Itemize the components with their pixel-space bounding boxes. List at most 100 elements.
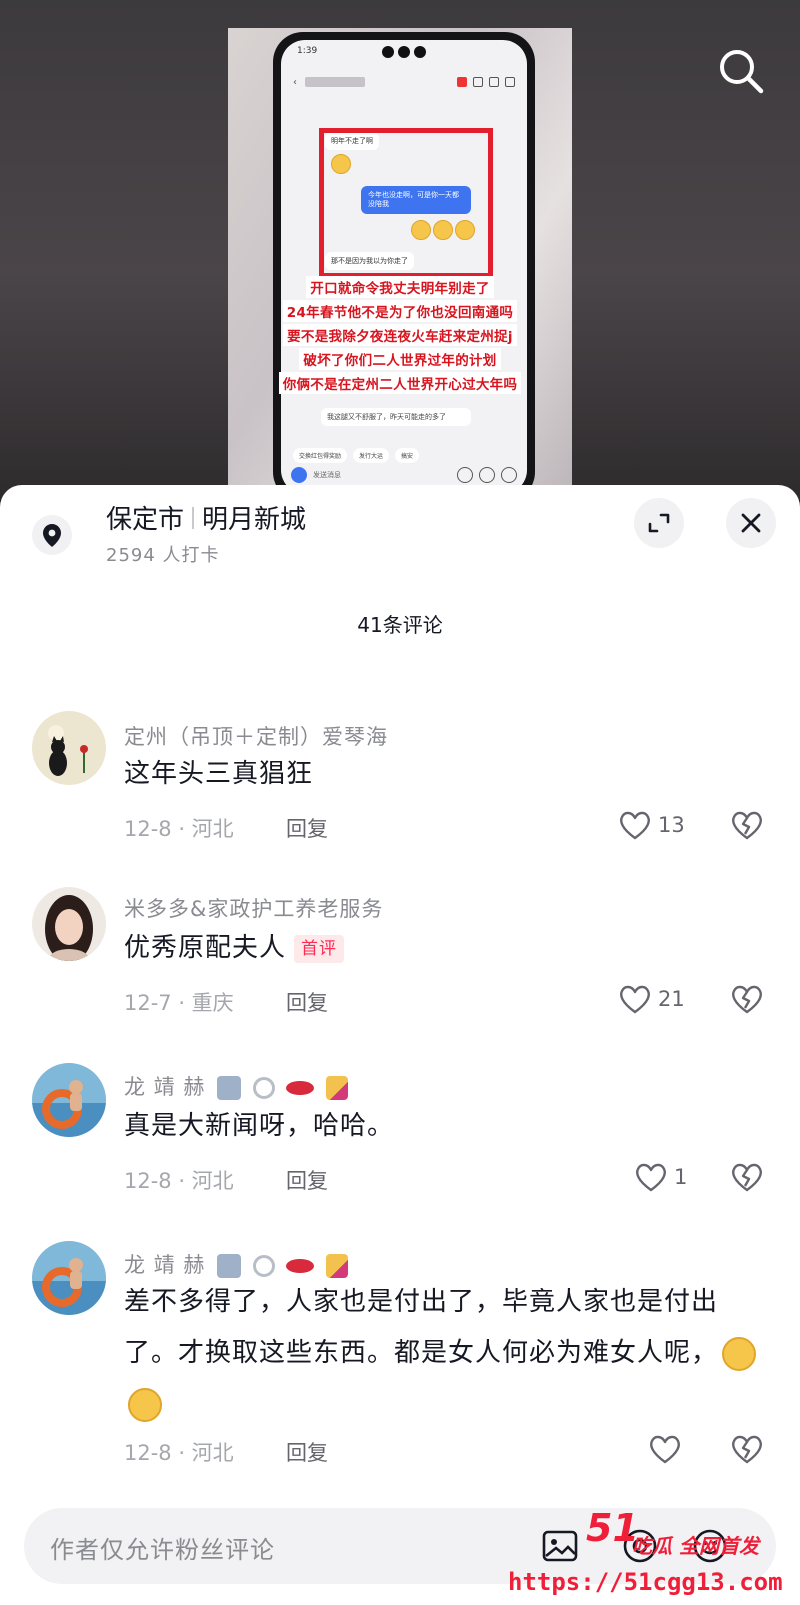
comment-text: 差不多得了，人家也是付出了，毕竟人家也是付出了。才换取这些东西。都是女人何必为难… xyxy=(124,1277,764,1430)
phone-icon xyxy=(473,77,483,87)
watermark-url: https://51cgg13.com xyxy=(508,1568,783,1596)
dislike-button[interactable] xyxy=(730,809,764,845)
quick-chips: 交换红包得奖励 发行大运 搞安 xyxy=(293,448,420,463)
image-button[interactable] xyxy=(540,1526,580,1566)
location-title: 保定市 明月新城 xyxy=(106,499,306,536)
caption-line: 你俩不是在定州二人世界开心过大年吗 xyxy=(278,372,522,394)
location-pin-icon xyxy=(32,515,72,555)
like-button[interactable]: 21 xyxy=(618,983,685,1015)
watermark-logo: 51 xyxy=(586,1506,639,1550)
checkin-count: 2594 人打卡 xyxy=(106,545,220,566)
caption-line: 要不是我除夕夜连夜火车赶来定州捉j xyxy=(283,324,517,346)
menu-icon xyxy=(505,77,515,87)
chip: 发行大运 xyxy=(353,448,390,463)
chat-header: ‹ xyxy=(281,70,527,94)
comment-count: 41条评论 xyxy=(357,613,443,637)
ring-emoji-icon xyxy=(252,1077,275,1099)
chat-bubble-left: 我这腿又不舒服了，昨天可能走的多了 xyxy=(321,408,471,426)
comment-body: 这年头三真猖狂 xyxy=(124,759,314,789)
phone-input-placeholder: 发送消息 xyxy=(313,471,341,479)
dislike-button[interactable] xyxy=(730,983,764,1019)
comment-input-placeholder: 作者仅允许粉丝评论 xyxy=(50,1536,275,1564)
avatar[interactable] xyxy=(32,1241,106,1315)
dislike-button[interactable] xyxy=(730,1161,764,1197)
search-icon xyxy=(720,50,764,94)
video-caption: 开口就命令我丈夫明年别走了 24年春节他不是为了你也没回南通吗 要不是我除夕夜连… xyxy=(230,275,570,395)
video-player[interactable]: 1:39 ‹ 明年不走了啊 今年也没走啊，可是你一天都没陪我 那不是因为我以为你… xyxy=(0,0,800,500)
couple-emoji-icon xyxy=(217,1076,242,1100)
image-icon xyxy=(542,1530,578,1562)
phone-in-photo: 1:39 ‹ 明年不走了啊 今年也没走啊，可是你一天都没陪我 那不是因为我以为你… xyxy=(273,32,535,488)
like-button[interactable]: 13 xyxy=(618,809,685,841)
comment-body: 优秀原配夫人 xyxy=(124,933,287,963)
chip: 搞安 xyxy=(395,448,420,463)
comment-username[interactable]: 龙 靖 赫 xyxy=(124,1249,349,1279)
heart-icon xyxy=(620,985,650,1014)
lips-emoji-icon xyxy=(286,1259,315,1273)
phone-time: 1:39 xyxy=(297,46,318,56)
lips-emoji-icon xyxy=(286,1081,315,1095)
location-place: 明月新城 xyxy=(202,505,307,535)
avatar[interactable] xyxy=(32,711,106,785)
like-count: 13 xyxy=(658,813,685,837)
comment-meta: 12-7 · 重庆 xyxy=(124,991,234,1015)
like-button[interactable]: 1 xyxy=(634,1161,687,1193)
video-frame: 1:39 ‹ 明年不走了啊 今年也没走啊，可是你一天都没陪我 那不是因为我以为你… xyxy=(228,28,572,488)
nail-polish-emoji-icon xyxy=(326,1076,349,1100)
like-button[interactable] xyxy=(648,1433,682,1465)
comment-meta: 12-8 · 河北 xyxy=(124,817,234,841)
close-button[interactable] xyxy=(726,498,776,548)
reply-button[interactable]: 回复 xyxy=(286,1437,328,1467)
comment-text: 这年头三真猖狂 xyxy=(124,749,764,800)
caption-line: 破坏了你们二人世界过年的计划 xyxy=(299,348,501,370)
nail-polish-emoji-icon xyxy=(326,1254,349,1278)
back-icon: ‹ xyxy=(293,76,297,88)
phone-status-bar: 1:39 xyxy=(281,40,527,70)
caption-line: 开口就命令我丈夫明年别走了 xyxy=(306,276,494,298)
comment-body: 真是大新闻呀，哈哈。 xyxy=(124,1111,395,1141)
heart-icon xyxy=(636,1163,666,1192)
couple-emoji-icon xyxy=(217,1254,242,1278)
location-city: 保定市 xyxy=(106,505,185,535)
location-divider xyxy=(192,506,195,529)
broken-heart-icon xyxy=(732,811,762,840)
username-text: 龙 靖 赫 xyxy=(124,1253,206,1277)
blurred-contact-name xyxy=(305,77,365,87)
comment-body: 差不多得了，人家也是付出了，毕竟人家也是付出了。才换取这些东西。都是女人何必为难… xyxy=(124,1287,719,1368)
reply-button[interactable]: 回复 xyxy=(286,987,328,1017)
red-packet-icon xyxy=(457,77,467,87)
comment-sheet: 保定市 明月新城 2594 人打卡 41条评论 定州（吊顶＋定制）爱琴海 这年头… xyxy=(0,485,800,1605)
comment-text: 优秀原配夫人 首评 xyxy=(124,923,764,974)
comment-text: 真是大新闻呀，哈哈。 xyxy=(124,1101,764,1152)
broken-heart-icon xyxy=(732,1163,762,1192)
comment-meta: 12-8 · 河北 xyxy=(124,1441,234,1465)
comment-username[interactable]: 米多多&家政护工养老服务 xyxy=(124,893,383,923)
comment-username[interactable]: 龙 靖 赫 xyxy=(124,1071,349,1101)
phone-screen: 1:39 ‹ 明年不走了啊 今年也没走啊，可是你一天都没陪我 那不是因为我以为你… xyxy=(281,40,527,488)
avatar[interactable] xyxy=(32,1063,106,1137)
close-icon xyxy=(741,513,761,533)
username-text: 龙 靖 赫 xyxy=(124,1075,206,1099)
avatar[interactable] xyxy=(32,887,106,961)
camera-notch xyxy=(374,46,434,62)
crying-laughing-emoji-icon xyxy=(722,1336,757,1371)
heart-icon xyxy=(620,811,650,840)
comment-username[interactable]: 定州（吊顶＋定制）爱琴海 xyxy=(124,721,388,751)
like-count: 21 xyxy=(658,987,685,1011)
expand-button[interactable] xyxy=(634,498,684,548)
comment-meta: 12-8 · 河北 xyxy=(124,1169,234,1193)
heart-icon xyxy=(650,1435,680,1464)
red-highlight-box xyxy=(319,128,493,278)
crying-laughing-emoji-icon xyxy=(128,1387,162,1422)
reply-button[interactable]: 回复 xyxy=(286,1165,328,1195)
broken-heart-icon xyxy=(732,985,762,1014)
dislike-button[interactable] xyxy=(730,1433,764,1469)
emoji-icon xyxy=(479,467,495,483)
first-comment-badge: 首评 xyxy=(294,934,345,963)
camera-icon xyxy=(291,467,307,483)
broken-heart-icon xyxy=(732,1435,762,1464)
watermark-slogan: 吃瓜 全网首发 xyxy=(632,1534,759,1558)
search-button[interactable] xyxy=(716,46,766,96)
ring-emoji-icon xyxy=(252,1255,275,1277)
reply-button[interactable]: 回复 xyxy=(286,813,328,843)
